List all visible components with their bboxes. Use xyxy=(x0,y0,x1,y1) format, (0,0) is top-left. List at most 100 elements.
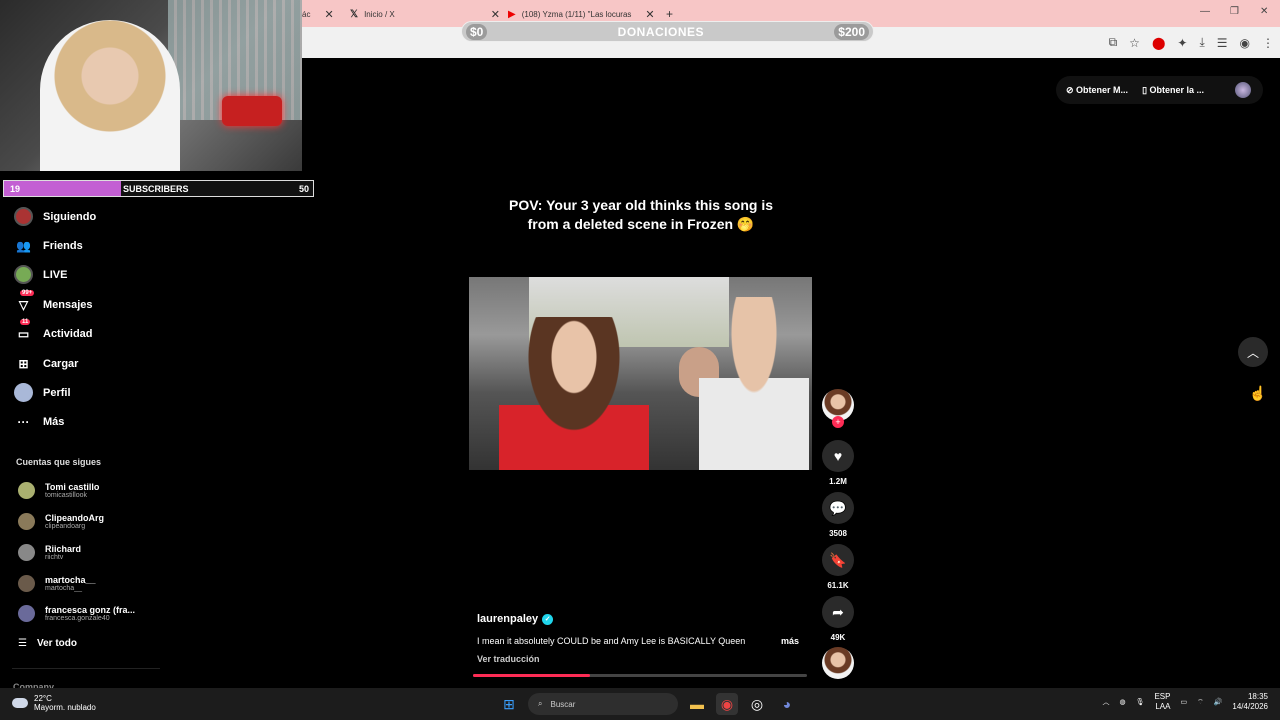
language-indicator[interactable]: ESP LAA xyxy=(1154,692,1170,712)
author-name: laurenpaley xyxy=(477,613,539,625)
reading-list-icon[interactable]: ☰ xyxy=(1217,36,1228,50)
see-all-link[interactable]: ☰ Ver todo xyxy=(18,638,77,649)
cloud-icon xyxy=(12,698,28,708)
sidebar-item-mensajes[interactable]: ▽ 99+ Mensajes xyxy=(14,290,93,314)
verified-icon: ✓ xyxy=(542,613,554,625)
donation-goal-bar: $0 DONACIONES $200 xyxy=(461,21,874,42)
microphone-image xyxy=(222,96,282,126)
get-app-button[interactable]: ▯ Obtener la ... xyxy=(1142,85,1204,96)
top-actions-bar: ⊘ Obtener M... ▯ Obtener la ... xyxy=(1056,76,1263,104)
install-icon[interactable]: ⧉ xyxy=(1109,35,1118,50)
bookmark-star-icon[interactable]: ☆ xyxy=(1129,36,1140,50)
search-icon: ⌕ xyxy=(538,699,543,708)
chevron-up-icon[interactable]: ︿ xyxy=(1102,697,1109,707)
account-name: Riichard xyxy=(45,544,82,554)
volume-icon[interactable]: 🔊 xyxy=(1214,698,1223,706)
comment-button[interactable]: 💬 3508 xyxy=(821,492,855,538)
maximize-icon[interactable]: ❐ xyxy=(1230,6,1239,17)
opera-icon[interactable]: ⬤ xyxy=(1152,36,1165,50)
comment-count: 3508 xyxy=(829,529,847,538)
avatar xyxy=(18,482,35,499)
download-icon[interactable]: ⤓ xyxy=(1199,35,1204,50)
sidebar-item-perfil[interactable]: Perfil xyxy=(14,383,71,402)
wifi-icon[interactable]: ⌔ xyxy=(1197,698,1204,707)
friends-icon: 👥 xyxy=(16,238,31,253)
video-author[interactable]: laurenpaley ✓ xyxy=(477,613,554,625)
user-avatar[interactable] xyxy=(1235,82,1251,98)
subscriber-goal: 50 xyxy=(298,183,309,194)
tab-1[interactable]: ác ✕ xyxy=(302,5,334,23)
weather-widget[interactable]: 22°C Mayorm. nublado xyxy=(12,694,96,712)
minimize-icon[interactable]: — xyxy=(1200,6,1210,17)
sidebar-item-label: Mensajes xyxy=(43,298,93,311)
get-coins-button[interactable]: ⊘ Obtener M... xyxy=(1066,85,1128,96)
sidebar-item-mas[interactable]: ··· Más xyxy=(14,412,65,431)
video-progress-bar[interactable] xyxy=(473,674,807,677)
more-button[interactable]: más xyxy=(781,636,799,646)
sound-avatar-button[interactable] xyxy=(821,647,855,679)
following-account[interactable]: francesca gonz (fra... francesca.gonzale4… xyxy=(18,605,135,622)
network-app-icon[interactable]: ◍ xyxy=(1119,698,1125,706)
close-tab-icon[interactable]: ✕ xyxy=(645,8,654,21)
close-window-icon[interactable]: ✕ xyxy=(1260,6,1268,17)
video-description: I mean it absolutely COULD be and Amy Le… xyxy=(477,636,746,646)
donation-label: DONACIONES xyxy=(617,24,704,39)
following-account[interactable]: ClipeandoArg clipeandoarg xyxy=(18,513,104,530)
following-account[interactable]: Tomi castillo tomicastillook xyxy=(18,482,99,499)
sidebar-item-live[interactable]: LIVE xyxy=(14,265,67,284)
clock[interactable]: 18:35 14/4/2026 xyxy=(1232,692,1268,712)
taskbar-search[interactable]: ⌕ Buscar xyxy=(528,693,678,715)
extensions-icon[interactable]: ✦ xyxy=(1177,36,1187,50)
menu-kebab-icon[interactable]: ⋮ xyxy=(1262,36,1274,50)
account-handle: martocha__ xyxy=(45,585,82,592)
screen: ác ✕ 𝕏 Inicio / X ✕ ▶ (108) Yzma (1/11) … xyxy=(0,0,1280,720)
streamer-image xyxy=(40,20,180,171)
get-coins-label: Obtener M... xyxy=(1076,84,1129,95)
following-account[interactable]: martocha__ martocha__ xyxy=(18,575,96,592)
hand-cursor-icon: ☝ xyxy=(1249,385,1267,401)
previous-video-button[interactable]: ︿ xyxy=(1238,337,1268,367)
messages-icon: ▽ 99+ xyxy=(18,290,35,312)
share-button[interactable]: ➦ 49K xyxy=(821,596,855,642)
chrome-icon[interactable]: ◉ xyxy=(716,693,738,715)
sidebar-item-label: LIVE xyxy=(43,268,68,281)
tab-label: Inicio / X xyxy=(364,9,395,19)
tab-label: (108) Yzma (1/11) "Las locuras xyxy=(521,9,632,19)
creator-avatar-button[interactable]: + xyxy=(821,389,855,428)
sidebar-item-label: Perfil xyxy=(43,386,71,399)
account-name: ClipeandoArg xyxy=(45,513,105,523)
save-button[interactable]: 🔖 61.1K xyxy=(821,544,855,590)
youtube-icon: ▶ xyxy=(508,8,516,20)
obs-icon[interactable]: ◎ xyxy=(746,693,768,715)
sidebar-item-label: Friends xyxy=(43,239,83,252)
profile-avatar-icon[interactable]: ◉ xyxy=(1240,36,1250,50)
microphone-icon[interactable]: 🎙 xyxy=(1136,698,1145,706)
display-icon[interactable]: ▭ xyxy=(1180,698,1187,706)
comment-icon: 💬 xyxy=(822,492,854,524)
upload-icon: ⊞ xyxy=(18,356,29,371)
sidebar-item-friends[interactable]: 👥 Friends xyxy=(14,236,83,255)
windows-start-icon[interactable]: ⊞ xyxy=(498,693,520,715)
share-icon: ➦ xyxy=(822,596,854,628)
video-player[interactable] xyxy=(469,277,812,470)
translate-link[interactable]: Ver traducción xyxy=(477,654,540,664)
follow-plus-icon[interactable]: + xyxy=(832,416,844,428)
like-button[interactable]: ♥ 1.2M xyxy=(821,440,855,486)
donation-current: $0 xyxy=(466,23,488,40)
sidebar-item-siguiendo[interactable]: Siguiendo xyxy=(14,207,96,226)
sidebar-item-actividad[interactable]: ▭ 11 Actividad xyxy=(14,319,93,343)
sidebar-item-label: Más xyxy=(43,415,65,428)
close-tab-icon[interactable]: ✕ xyxy=(324,8,333,21)
following-account[interactable]: Riichard riichtv xyxy=(18,544,81,561)
video-progress-fill xyxy=(473,674,590,677)
get-app-label: Obtener la ... xyxy=(1149,84,1205,95)
activity-icon: ▭ 11 xyxy=(17,319,31,341)
lang-primary: ESP xyxy=(1154,692,1171,701)
sidebar-item-label: Siguiendo xyxy=(43,210,97,223)
sidebar-item-cargar[interactable]: ⊞ Cargar xyxy=(14,354,78,373)
file-explorer-icon[interactable]: ▬ xyxy=(686,693,708,715)
close-tab-icon[interactable]: ✕ xyxy=(491,8,500,21)
discord-icon[interactable]: ◕ xyxy=(776,693,798,715)
tab-label: ác xyxy=(302,9,311,19)
taskbar-apps: ⊞ ⌕ Buscar ▬ ◉ ◎ ◕ xyxy=(498,693,798,715)
